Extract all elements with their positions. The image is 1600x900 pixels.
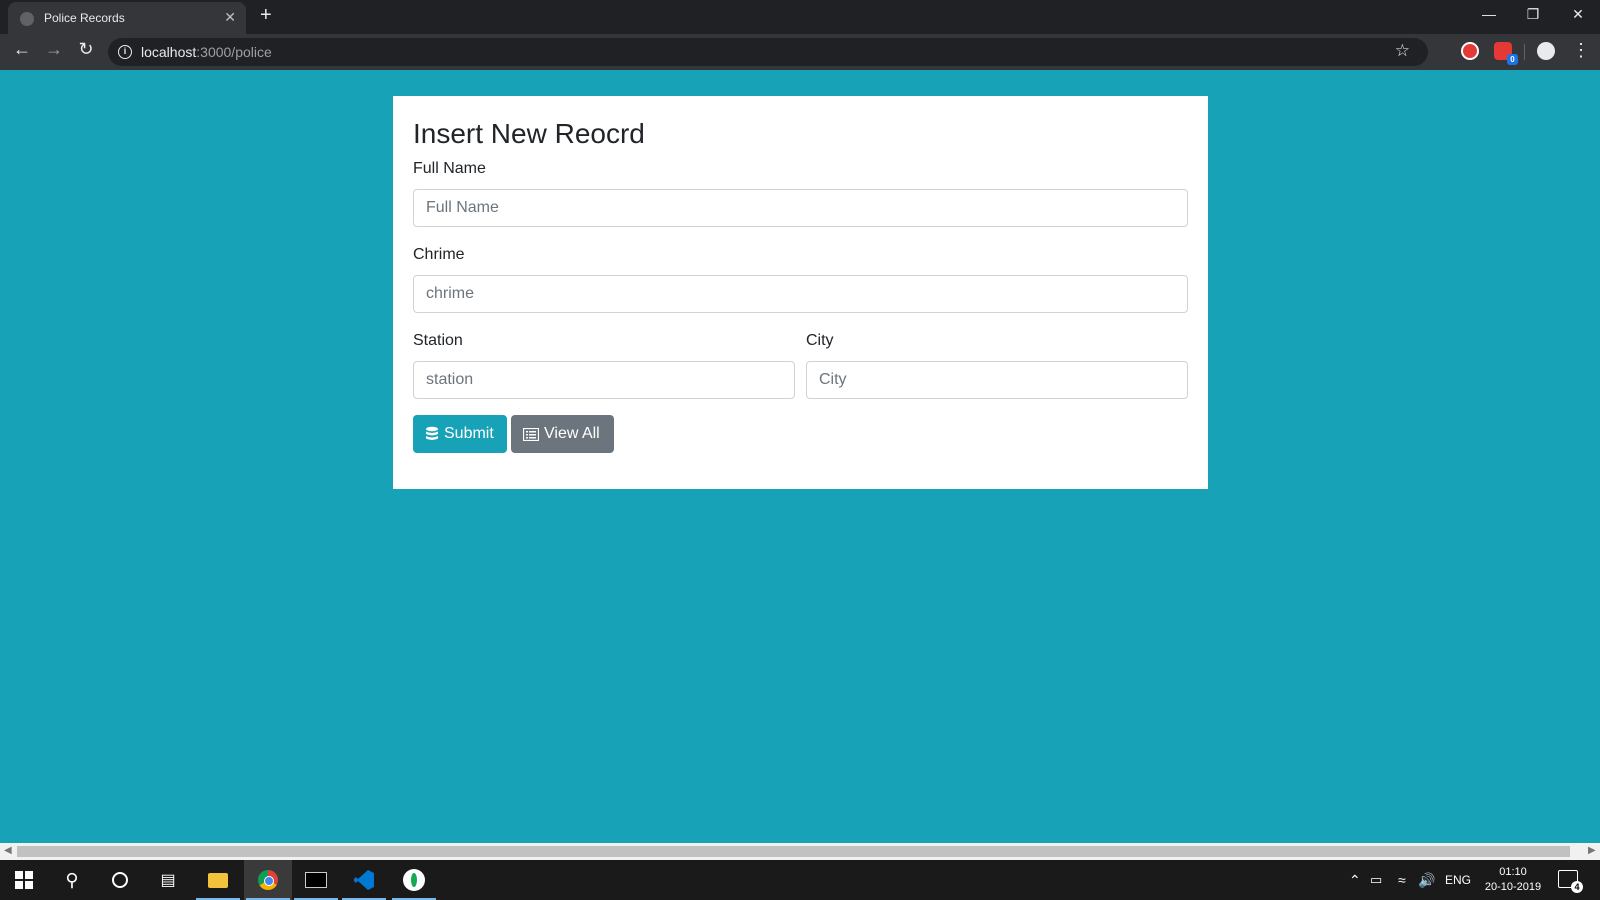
taskbar-mongodb[interactable] [390,860,438,900]
language-indicator[interactable]: ENG [1445,860,1471,900]
full-name-input[interactable] [413,189,1188,227]
close-window-icon[interactable]: ✕ [1563,6,1593,23]
browser-toolbar: ← → ↻ i localhost:3000/police ☆ 0 ⋮ [0,34,1600,70]
url-text: localhost:3000/police [141,44,272,60]
mongodb-leaf-icon [403,869,425,891]
crime-input[interactable] [413,275,1188,313]
close-tab-icon[interactable]: ✕ [224,9,236,26]
submit-button[interactable]: Submit [413,415,507,453]
city-label: City [806,332,834,349]
profile-avatar-icon[interactable] [1537,42,1555,60]
kebab-menu-icon[interactable]: ⋮ [1572,40,1590,61]
list-alt-icon [523,427,539,441]
vscode-icon [354,870,374,890]
browser-titlebar: Police Records ✕ + — ❐ ✕ [0,0,1600,34]
page-title: Insert New Reocrd [413,118,645,149]
clock-time: 01:10 [1499,866,1527,878]
taskbar-terminal[interactable] [292,860,340,900]
crime-label: Chrime [413,246,465,263]
minimize-icon[interactable]: — [1474,6,1504,22]
extension-icon-badge[interactable]: 0 [1494,42,1518,65]
city-input[interactable] [806,361,1188,399]
view-all-button-label: View All [544,425,600,442]
clock-date: 20-10-2019 [1484,881,1542,893]
form-card: Insert New Reocrd Full Name Chrime Stati… [393,96,1208,489]
url-host: localhost [141,44,197,60]
terminal-icon [305,872,327,888]
extension-icon-red[interactable] [1461,42,1479,60]
tab-title: Police Records [44,11,125,25]
view-all-button[interactable]: View All [511,415,614,453]
task-view-button[interactable]: ▤ [144,860,192,900]
taskbar-chrome[interactable] [244,860,292,900]
show-hidden-icons-chevron-icon[interactable]: ⌃ [1349,860,1361,900]
scroll-right-icon[interactable]: ▶ [1588,845,1596,856]
system-clock[interactable]: 01:10 20-10-2019 [1478,865,1548,895]
new-tab-button[interactable]: + [260,4,272,27]
windows-logo-icon [15,871,33,889]
volume-icon[interactable]: 🔊 [1418,860,1435,900]
scrollbar-thumb[interactable] [17,846,1570,857]
forward-arrow-icon[interactable]: → [42,39,66,60]
toolbar-divider [1524,44,1525,60]
back-arrow-icon[interactable]: ← [10,39,34,60]
submit-button-label: Submit [444,425,494,442]
taskbar: ⚲ ▤ ⌃ ▭ ≈ 🔊 ENG 01:10 20-10-2019 4 [0,860,1600,900]
station-label: Station [413,332,463,349]
address-bar[interactable]: i localhost:3000/police ☆ [108,38,1428,66]
wifi-icon[interactable]: ≈ [1398,860,1406,900]
url-path: :3000/police [196,44,272,60]
action-center-icon[interactable]: 4 [1558,870,1583,893]
taskbar-vscode[interactable] [340,860,388,900]
bookmark-star-icon[interactable]: ☆ [1395,41,1410,61]
start-button[interactable] [0,860,48,900]
extension-badge: 0 [1507,54,1518,65]
browser-tab[interactable]: Police Records ✕ [8,2,246,34]
taskbar-file-explorer[interactable] [194,860,242,900]
restore-icon[interactable]: ❐ [1518,6,1548,23]
full-name-label: Full Name [413,160,486,177]
globe-icon [20,12,34,26]
horizontal-scrollbar[interactable]: ◀ ▶ [0,843,1600,860]
notification-count-badge: 4 [1571,881,1583,893]
cortana-button[interactable] [96,860,144,900]
search-icon: ⚲ [65,869,79,890]
site-info-icon[interactable]: i [118,45,132,59]
reload-icon[interactable]: ↻ [74,39,98,60]
search-button[interactable]: ⚲ [48,860,96,900]
station-input[interactable] [413,361,795,399]
cortana-circle-icon [112,872,128,888]
folder-icon [208,872,228,888]
scroll-left-icon[interactable]: ◀ [4,845,12,856]
task-view-icon: ▤ [160,872,176,889]
database-icon [426,426,438,440]
battery-icon[interactable]: ▭ [1370,860,1382,900]
chrome-icon [258,870,278,890]
